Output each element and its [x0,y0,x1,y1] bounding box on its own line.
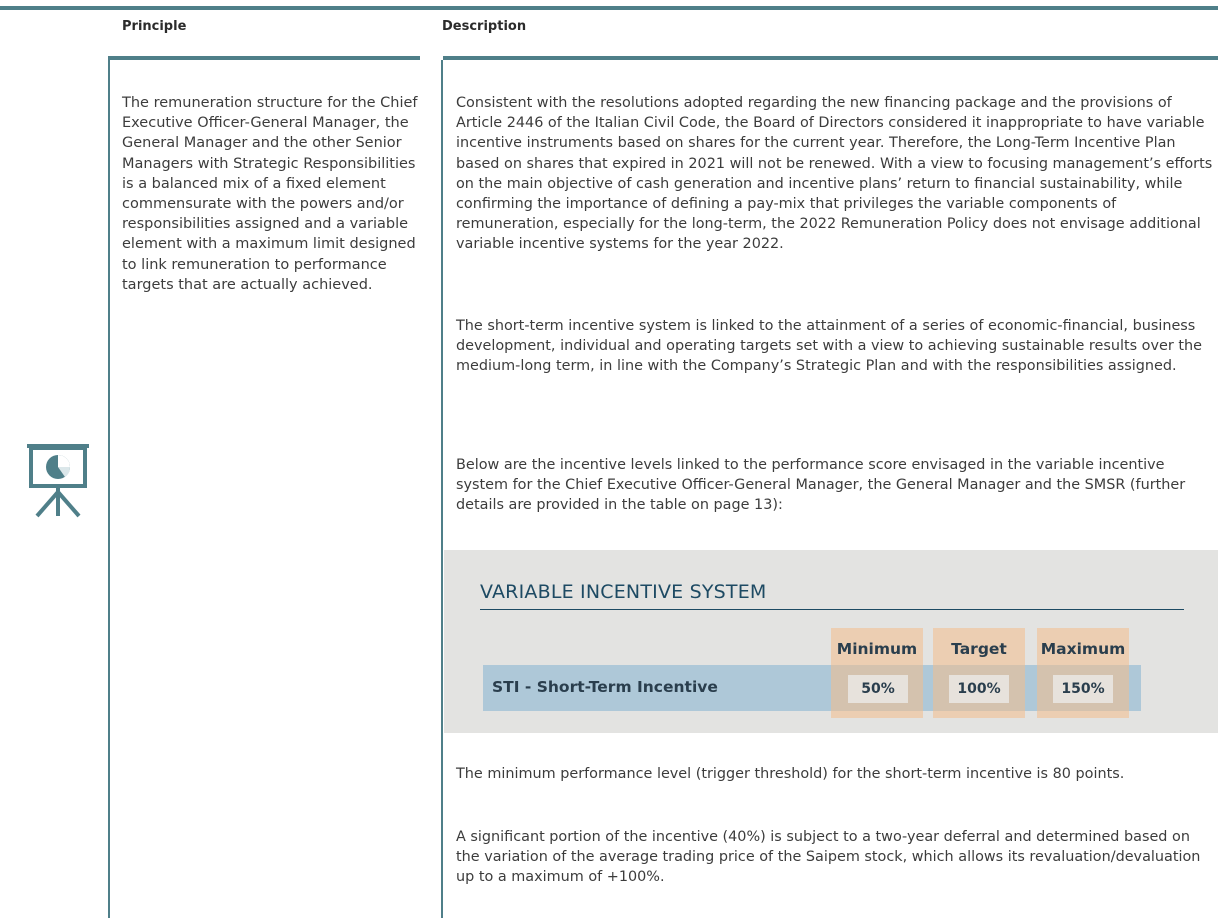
column-header-minimum: Minimum [836,640,918,658]
column-header-target: Target [951,640,1007,658]
description-paragraph-2: The short-term incentive system is linke… [456,318,1202,375]
principle-text: The remuneration structure for the Chief… [122,95,418,293]
presentation-pie-chart-icon [27,440,89,518]
description-paragraph-5: A significant portion of the incentive (… [456,829,1201,886]
value-maximum: 150% [1053,675,1113,703]
top-rule [0,6,1218,10]
panel-title: VARIABLE INCENTIVE SYSTEM [480,581,767,603]
description-column-divider [441,60,443,918]
value-minimum: 50% [848,675,908,703]
sti-row-label: STI - Short-Term Incentive [492,678,718,696]
variable-incentive-system-panel: VARIABLE INCENTIVE SYSTEM Minimum Target… [444,550,1218,733]
column-header-maximum: Maximum [1040,640,1126,658]
description-paragraph-3: Below are the incentive levels linked to… [456,457,1186,514]
description-column-header: Description [442,19,527,34]
principle-header-rule [108,56,420,60]
description-paragraph-4: The minimum performance level (trigger t… [456,766,1125,782]
panel-title-rule [480,609,1184,610]
principle-column-divider [108,60,110,918]
principle-column-header: Principle [122,19,187,34]
description-paragraph-1: Consistent with the resolutions adopted … [456,95,1213,253]
value-target: 100% [949,675,1009,703]
description-header-rule [443,56,1218,60]
